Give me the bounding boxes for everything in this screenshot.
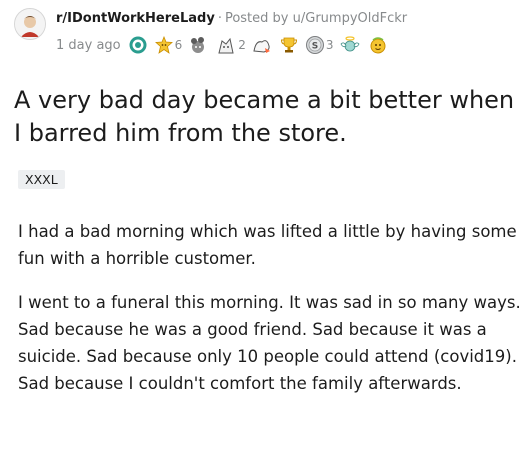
award-trophy[interactable] [280,36,300,54]
post-body: I had a bad morning which was lifted a l… [18,218,523,414]
helpful-award-icon [129,36,147,54]
gold-award-icon [370,37,386,54]
award-wholesome[interactable]: 6 [154,36,183,54]
award-count: 2 [238,38,246,52]
trophy-award-icon [280,37,297,53]
award-angel[interactable] [340,36,362,54]
award-hugz[interactable] [252,36,274,54]
body-paragraph: I went to a funeral this morning. It was… [18,293,521,393]
post-time[interactable]: 1 day ago [56,38,121,53]
post-title[interactable]: A very bad day became a bit better when … [14,84,524,150]
award-silver[interactable]: S 3 [305,36,334,54]
subreddit-avatar[interactable] [14,8,46,40]
award-bravo[interactable]: 2 [216,36,246,54]
post: r/IDontWorkHereLady · Posted by u/GrumpyOl… [14,6,524,393]
svg-text:S: S [312,42,318,52]
mind-blown-award-icon [191,37,205,53]
awards-row: 1 day ago 6 2 S 3 [56,36,396,54]
author-link[interactable]: u/GrumpyOldFckr [293,11,407,26]
body-paragraph: I had a bad morning which was lifted a l… [18,222,517,268]
award-mind-blown[interactable] [188,36,210,54]
award-count: 6 [174,38,183,52]
post-meta: r/IDontWorkHereLady · Posted by u/GrumpyOl… [14,6,524,64]
hugz-award-icon [253,40,270,53]
wholesome-award-icon [154,36,173,54]
award-gold[interactable] [368,36,390,54]
silver-award-icon: S [305,36,324,54]
award-helpful[interactable] [129,36,149,54]
meta-line: r/IDontWorkHereLady · Posted by u/GrumpyOl… [56,11,407,26]
award-count: 3 [325,38,334,52]
post-flair[interactable]: XXXL [18,170,65,189]
meta-separator: · [217,11,222,26]
angel-award-icon [340,36,360,52]
posted-by-label: Posted by [224,11,289,26]
subreddit-link[interactable]: r/IDontWorkHereLady [56,11,215,26]
bravo-award-icon [218,37,234,54]
